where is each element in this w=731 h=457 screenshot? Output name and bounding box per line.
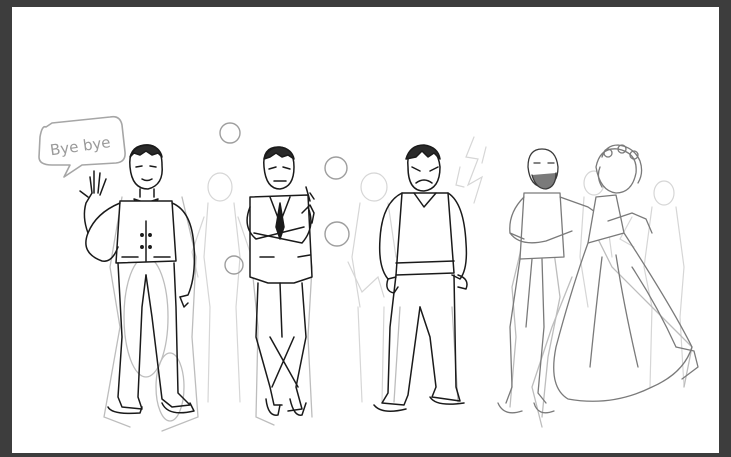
faint-lightning [455,136,487,204]
faint-figure-left [191,172,251,403]
sketch-artwork: Bye bye [38,115,699,432]
circle-4 [224,255,244,275]
speech-bubble: Bye bye [38,115,126,178]
circle-1 [219,122,241,144]
circle-3 [324,221,350,247]
figure-sweater-man [373,144,468,412]
drawing-canvas[interactable]: Bye bye [12,7,719,453]
window-frame: Bye bye [0,0,731,457]
figure-dancing-couple [497,144,699,414]
circle-2 [324,156,348,180]
